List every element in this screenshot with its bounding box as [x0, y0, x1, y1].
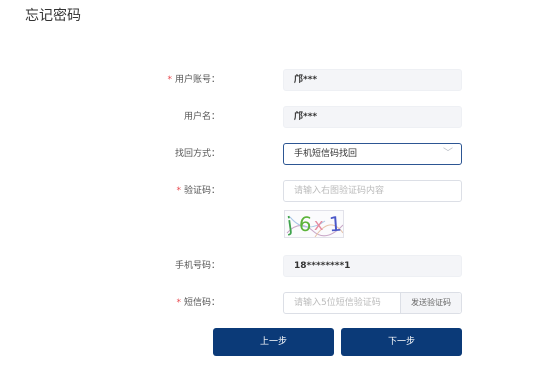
required-mark: *	[176, 186, 181, 196]
sms-code-field: 请输入5位短信验证码 发送验证码	[283, 292, 462, 314]
required-mark: *	[167, 75, 172, 85]
recovery-method-value: 手机短信码找回	[294, 149, 358, 159]
username-row: 用户名： 邝***	[0, 103, 550, 131]
phone-field: 18********1	[283, 255, 462, 277]
account-row: * 用户账号： 邝***	[0, 66, 550, 94]
required-mark: *	[176, 298, 181, 308]
next-step-button[interactable]: 下一步	[341, 328, 462, 356]
captcha-char: x	[314, 215, 324, 234]
sms-code-input[interactable]: 请输入5位短信验证码	[294, 298, 381, 308]
recovery-method-select[interactable]: 手机短信码找回 ﹀	[283, 143, 462, 165]
account-field: 邝***	[283, 69, 462, 91]
captcha-input[interactable]: 请输入右图验证码内容	[283, 180, 462, 202]
username-label: 用户名：	[183, 112, 220, 122]
chevron-down-icon: ﹀	[443, 148, 453, 159]
username-field: 邝***	[283, 106, 462, 128]
captcha-row: * 验证码： 请输入右图验证码内容	[0, 177, 550, 205]
method-label: 找回方式：	[174, 149, 220, 159]
captcha-char: 1	[328, 211, 343, 237]
captcha-image[interactable]: j 6 x 1	[284, 210, 344, 238]
sms-label: 短信码：	[183, 298, 220, 308]
captcha-label: 验证码：	[183, 186, 220, 196]
account-label: 用户账号：	[174, 75, 220, 85]
phone-row: 手机号码： 18********1	[0, 252, 550, 280]
captcha-char: 6	[297, 211, 313, 237]
send-code-button[interactable]: 发送验证码	[400, 293, 461, 313]
page-title: 忘记密码	[25, 8, 81, 24]
phone-label: 手机号码：	[174, 261, 220, 271]
method-row: 找回方式： 手机短信码找回 ﹀	[0, 140, 550, 168]
prev-step-button[interactable]: 上一步	[213, 328, 334, 356]
sms-row: * 短信码： 请输入5位短信验证码 发送验证码	[0, 289, 550, 317]
